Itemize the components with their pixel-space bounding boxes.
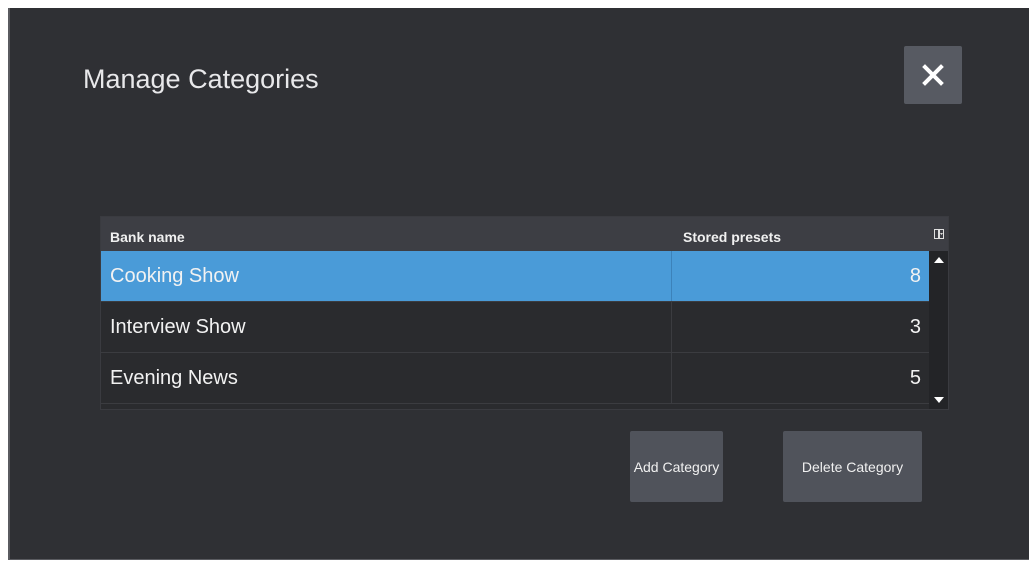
scroll-up-button[interactable] (929, 253, 948, 267)
table-row[interactable]: Evening News 5 (101, 353, 929, 404)
close-button[interactable] (904, 46, 962, 104)
stored-presets-cell: 8 (909, 264, 921, 287)
bank-name-cell: Cooking Show (101, 251, 672, 301)
scroll-down-arrow-icon (933, 397, 944, 403)
add-category-button[interactable]: Add Category (630, 431, 723, 502)
vertical-scrollbar[interactable] (929, 251, 948, 409)
close-icon (922, 64, 944, 86)
column-chooser-icon (933, 229, 944, 239)
table-row[interactable]: Interview Show 3 (101, 302, 929, 353)
stored-presets-cell: 5 (909, 366, 921, 389)
scroll-up-arrow-icon (933, 257, 944, 263)
categories-table: Bank name Stored presets Cooking Show 8 … (100, 216, 949, 410)
column-header-stored-presets[interactable]: Stored presets (672, 229, 929, 251)
delete-category-button[interactable]: Delete Category (783, 431, 922, 502)
dialog-title: Manage Categories (83, 64, 319, 94)
table-body: Cooking Show 8 Interview Show 3 Evening … (101, 251, 929, 404)
manage-categories-dialog: Manage Categories Bank name Stored prese… (8, 8, 1029, 560)
stored-presets-cell: 3 (909, 315, 921, 338)
bank-name-cell: Interview Show (101, 302, 672, 352)
table-row[interactable]: Cooking Show 8 (101, 251, 929, 302)
bank-name-cell: Evening News (101, 353, 672, 403)
column-header-bank-name[interactable]: Bank name (101, 229, 672, 251)
table-header: Bank name Stored presets (101, 217, 929, 251)
scroll-down-button[interactable] (929, 393, 948, 407)
column-chooser-button[interactable] (929, 217, 948, 251)
